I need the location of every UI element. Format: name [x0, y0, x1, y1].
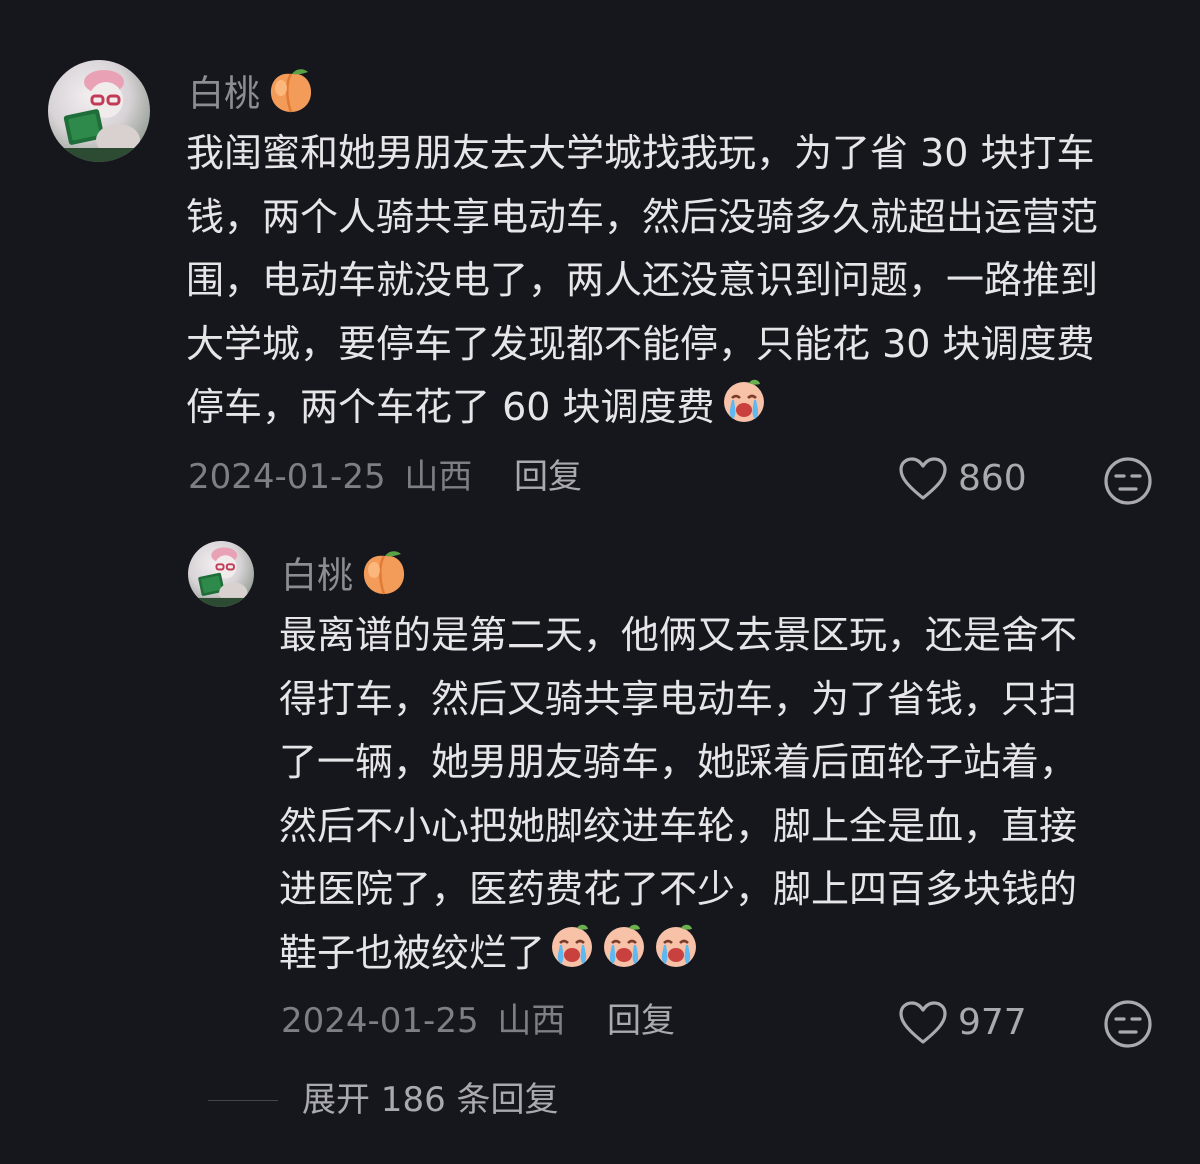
reply-like-button[interactable]: 977	[898, 1000, 1027, 1046]
peach-emoji-icon	[359, 548, 409, 607]
reply-username[interactable]: 白桃	[281, 548, 409, 607]
reply-reply-button[interactable]: 回复	[607, 999, 675, 1043]
reply-location: 山西	[497, 1001, 566, 1041]
reply-meta: 2024-01-25 山西	[281, 999, 565, 1043]
reply-line: 进医院了，医药费花了不少，脚上四百多块钱的	[279, 867, 1078, 911]
heart-icon	[899, 1001, 947, 1044]
comment-like-count: 860	[958, 458, 1027, 499]
comment-dislike-button[interactable]	[1103, 456, 1153, 510]
reply-like-count: 977	[958, 1002, 1027, 1043]
avatar-image-icon	[188, 547, 254, 607]
reply-avatar[interactable]	[188, 541, 254, 607]
comment-meta: 2024-01-25 山西	[188, 455, 472, 499]
expand-replies-label: 展开 186 条回复	[302, 1080, 559, 1120]
crying-emoji-icon	[651, 922, 701, 988]
comment-location: 山西	[404, 457, 473, 497]
crying-emoji-icon	[547, 922, 597, 988]
username-text: 白桃	[188, 73, 261, 115]
comment-line: 我闺蜜和她男朋友去大学城找我玩，为了省 30 块打车	[186, 131, 1095, 175]
comment-body: 我闺蜜和她男朋友去大学城找我玩，为了省 30 块打车 钱，两个人骑共享电动车，然…	[186, 122, 1161, 442]
comment-line: 钱，两个人骑共享电动车，然后没骑多久就超出运营范	[186, 194, 1099, 239]
username-text: 白桃	[281, 555, 354, 597]
reply-dislike-button[interactable]	[1103, 999, 1153, 1053]
comment-line: 围，电动车就没电了，两人还没意识到问题，一路推到	[186, 258, 1099, 302]
reply-line: 得打车，然后又骑共享电动车，为了省钱，只扫	[279, 676, 1078, 721]
expand-replies-button[interactable]: 展开 186 条回复	[208, 1078, 559, 1122]
comment-line: 大学城，要停车了发现都不能停，只能花 30 块调度费	[186, 321, 1095, 366]
comment-username[interactable]: 白桃	[188, 66, 316, 125]
heart-icon	[899, 457, 947, 500]
reply-body: 最离谱的是第二天，他俩又去景区玩，还是舍不 得打车，然后又骑共享电动车，为了省钱…	[279, 604, 1159, 988]
avatar-image-icon	[48, 70, 150, 162]
avatar[interactable]	[48, 60, 150, 162]
reply-line: 然后不小心把她脚绞进车轮，脚上全是血，直接	[279, 803, 1078, 848]
comment-date: 2024-01-25	[188, 457, 386, 497]
reply-date: 2024-01-25	[281, 1001, 479, 1041]
comment-thread: 白桃 我闺蜜和她男朋友去大学城找我玩，为了省 30 块打车 钱，两个人骑共享电动…	[0, 0, 1200, 1164]
unamused-face-icon	[1104, 457, 1152, 505]
reply-line-last: 鞋子也被绞烂了	[279, 922, 1159, 988]
reply-line: 了一辆，她男朋友骑车，她踩着后面轮子站着，	[279, 740, 1078, 784]
unamused-face-icon	[1104, 1000, 1152, 1048]
comment-line-text: 停车，两个车花了 60 块调度费	[186, 385, 715, 429]
peach-emoji-icon	[266, 66, 316, 125]
divider-line	[208, 1099, 278, 1101]
reply-line-text: 鞋子也被绞烂了	[279, 930, 546, 975]
reply-line: 最离谱的是第二天，他俩又去景区玩，还是舍不	[279, 613, 1078, 657]
crying-emoji-icon	[599, 922, 649, 988]
comment-reply-button[interactable]: 回复	[514, 455, 582, 499]
comment-like-button[interactable]: 860	[898, 456, 1027, 502]
comment-line-last: 停车，两个车花了 60 块调度费	[186, 376, 1161, 442]
crying-emoji-icon	[719, 377, 769, 443]
